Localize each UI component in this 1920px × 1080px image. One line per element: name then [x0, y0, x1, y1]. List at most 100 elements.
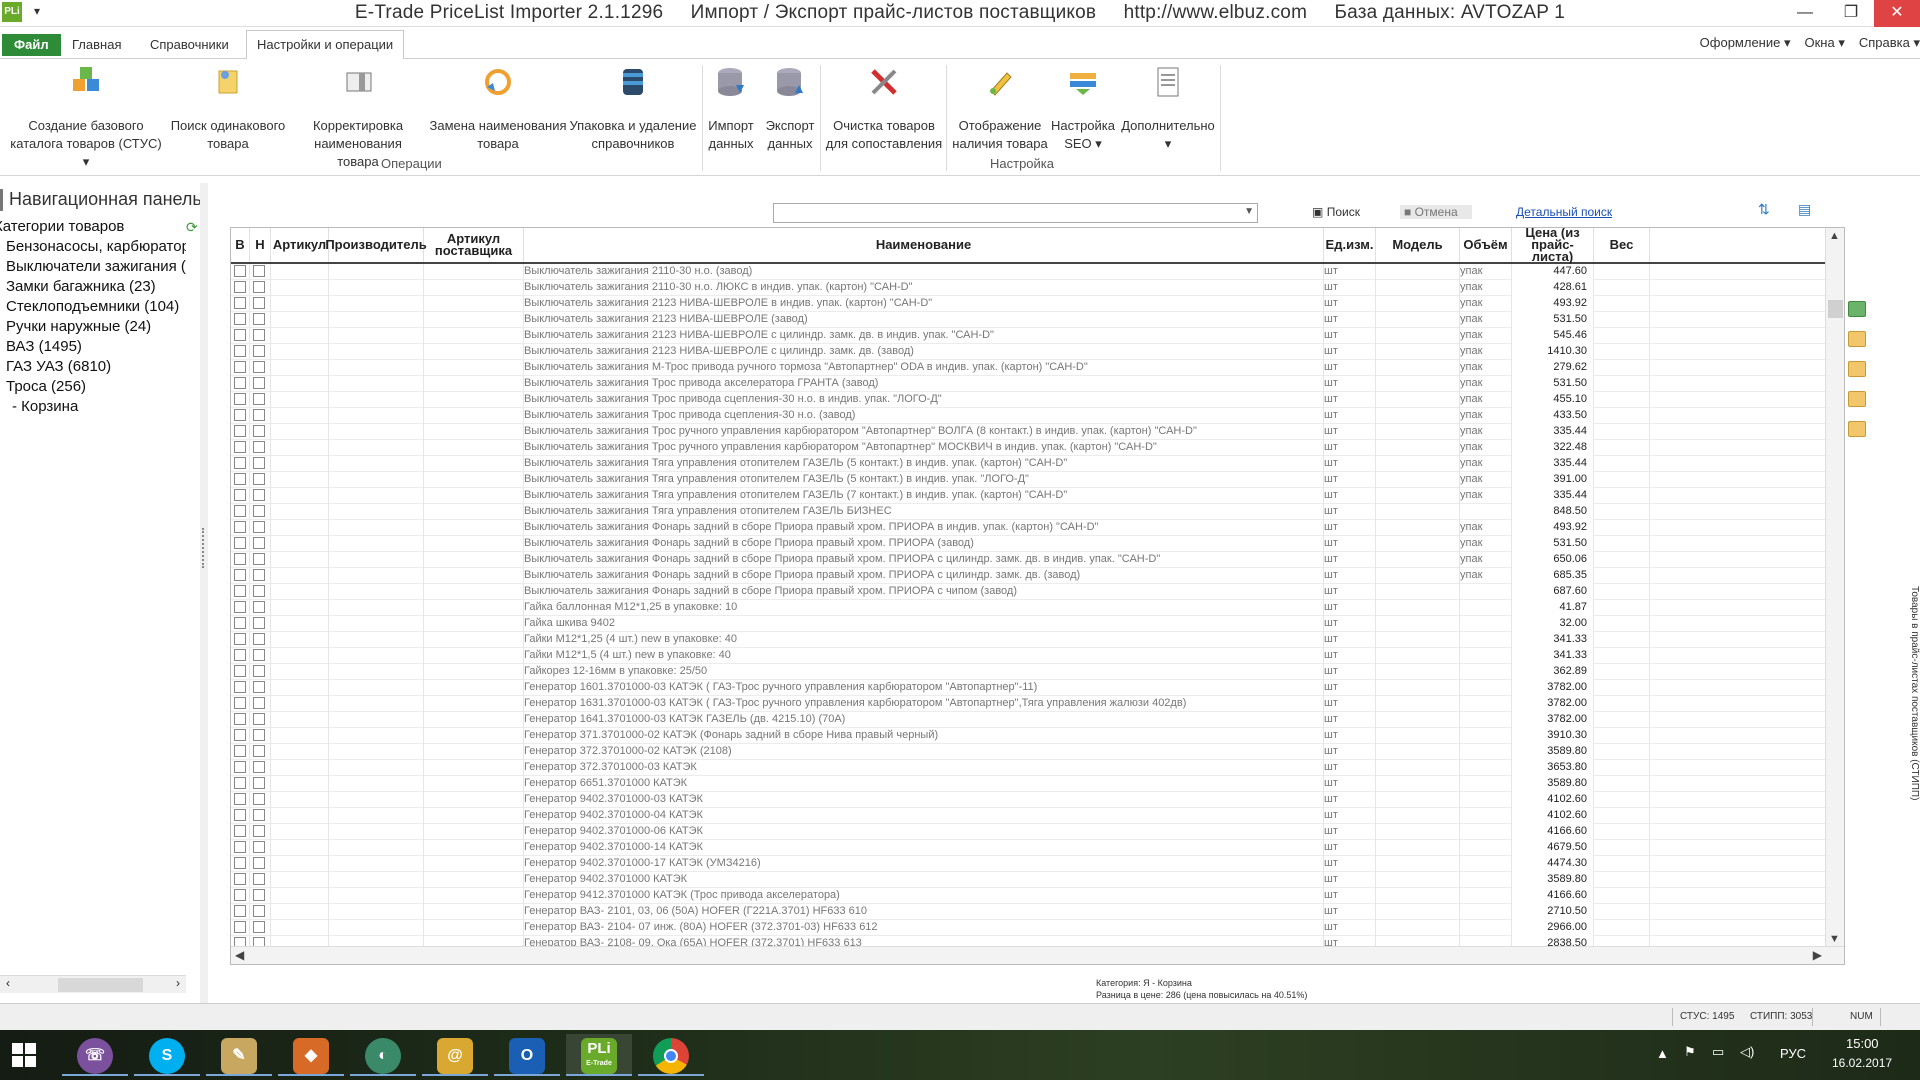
row-checkbox[interactable]: [253, 777, 265, 789]
taskbar-outlook[interactable]: O: [494, 1034, 560, 1076]
taskbar-app[interactable]: ◐: [350, 1034, 416, 1076]
row-checkbox[interactable]: [234, 377, 246, 389]
table-row[interactable]: Гайки М12*1,5 (4 шт.) new в упаковке: 40…: [231, 648, 1825, 664]
refresh-icon[interactable]: ⟳: [186, 219, 200, 235]
col-header-name[interactable]: Наименование: [524, 228, 1324, 262]
row-checkbox[interactable]: [234, 793, 246, 805]
row-checkbox[interactable]: [234, 697, 246, 709]
row-checkbox[interactable]: [234, 345, 246, 357]
tree-item[interactable]: Стеклоподъемники (104): [0, 297, 186, 317]
scroll-left-icon[interactable]: ◀: [235, 948, 244, 962]
col-header-price[interactable]: Цена (из прайс-листа): [1512, 228, 1594, 263]
row-checkbox[interactable]: [253, 745, 265, 757]
table-row[interactable]: Выключатель зажигания Фонарь задний в сб…: [231, 536, 1825, 552]
table-row[interactable]: Генератор 9402.3701000 КАТЭК шт 3589.80: [231, 872, 1825, 888]
network-icon[interactable]: ▭: [1712, 1044, 1724, 1060]
table-row[interactable]: Генератор 1601.3701000-03 КАТЭК ( ГАЗ-Тр…: [231, 680, 1825, 696]
supplier-pricelist-tab[interactable]: Товары в прайс-листах поставщиков (СТИПП…: [1902, 586, 1920, 836]
row-checkbox[interactable]: [234, 761, 246, 773]
row-checkbox[interactable]: [234, 441, 246, 453]
tab-references[interactable]: Справочники: [140, 33, 239, 59]
table-row[interactable]: Генератор 9402.3701000-14 КАТЭК шт 4679.50: [231, 840, 1825, 856]
table-row[interactable]: Выключатель зажигания Фонарь задний в сб…: [231, 568, 1825, 584]
taskbar-chrome[interactable]: [638, 1034, 704, 1076]
table-row[interactable]: Генератор 1641.3701000-03 КАТЭК ГАЗЕЛЬ (…: [231, 712, 1825, 728]
row-checkbox[interactable]: [234, 825, 246, 837]
pack-delete-button[interactable]: Упаковка и удаление справочников: [568, 65, 698, 153]
table-row[interactable]: Гайкорез 12-16мм в упаковке: 25/50 шт 362.…: [231, 664, 1825, 680]
menu-windows[interactable]: Окна ▾: [1805, 35, 1845, 51]
table-row[interactable]: Выключатель зажигания Трос привода аксел…: [231, 376, 1825, 392]
cancel-button[interactable]: ■ Отмена: [1400, 205, 1472, 219]
tab-settings-operations[interactable]: Настройки и операции: [246, 30, 405, 60]
table-row[interactable]: Выключатель зажигания Трос привода сцепл…: [231, 392, 1825, 408]
row-checkbox[interactable]: [234, 713, 246, 725]
row-checkbox[interactable]: [234, 585, 246, 597]
row-checkbox[interactable]: [234, 537, 246, 549]
search-input[interactable]: ▼: [773, 203, 1258, 223]
col-header-volume[interactable]: Объём: [1460, 228, 1512, 262]
taskbar-fox[interactable]: ◆: [278, 1034, 344, 1076]
row-checkbox[interactable]: [253, 921, 265, 933]
col-header-supplier-article[interactable]: Артикул поставщика: [424, 228, 524, 262]
maximize-button[interactable]: ❐: [1828, 0, 1874, 27]
tree-item[interactable]: Троса (256): [0, 377, 186, 397]
tree-icon[interactable]: [1848, 301, 1866, 317]
row-checkbox[interactable]: [234, 809, 246, 821]
tab-home[interactable]: Главная: [62, 33, 131, 59]
row-checkbox[interactable]: [234, 873, 246, 885]
chevron-down-icon[interactable]: ▼: [1244, 206, 1254, 217]
tree-item[interactable]: Замки багажника (23): [0, 277, 186, 297]
table-row[interactable]: Выключатель зажигания 2123 НИВА-ШЕВРОЛЕ …: [231, 328, 1825, 344]
table-row[interactable]: Гайки М12*1,25 (4 шт.) new в упаковке: 4…: [231, 632, 1825, 648]
table-row[interactable]: Генератор 9402.3701000-17 КАТЭК (УМЗ4216…: [231, 856, 1825, 872]
folder-move-icon[interactable]: [1848, 421, 1866, 437]
grid-scroll-thumb[interactable]: [1828, 300, 1843, 318]
row-checkbox[interactable]: [234, 489, 246, 501]
search-button[interactable]: ▣ Поиск: [1312, 205, 1360, 219]
taskbar-skype[interactable]: S: [134, 1034, 200, 1076]
row-checkbox[interactable]: [253, 281, 265, 293]
row-checkbox[interactable]: [234, 681, 246, 693]
row-checkbox[interactable]: [253, 793, 265, 805]
row-checkbox[interactable]: [234, 281, 246, 293]
menu-design[interactable]: Оформление ▾: [1700, 35, 1791, 51]
folder-icon[interactable]: [1848, 331, 1866, 347]
row-checkbox[interactable]: [234, 265, 246, 277]
find-same-product-button[interactable]: Поиск одинакового товара: [166, 65, 290, 153]
row-checkbox[interactable]: [253, 825, 265, 837]
tree-item[interactable]: ВАЗ (1495): [0, 337, 186, 357]
nav-horizontal-scrollbar[interactable]: ‹ ›: [0, 975, 186, 993]
table-row[interactable]: Выключатель зажигания Трос ручного управ…: [231, 440, 1825, 456]
language-indicator[interactable]: РУС: [1780, 1046, 1806, 1061]
row-checkbox[interactable]: [234, 329, 246, 341]
col-header-weight[interactable]: Вес: [1594, 228, 1650, 262]
row-checkbox[interactable]: [234, 745, 246, 757]
import-data-button[interactable]: Импорт данных: [704, 65, 758, 153]
row-checkbox[interactable]: [253, 297, 265, 309]
export-tool-icon[interactable]: ▤: [1798, 201, 1816, 219]
row-checkbox[interactable]: [253, 617, 265, 629]
row-checkbox[interactable]: [253, 761, 265, 773]
start-button[interactable]: [12, 1043, 36, 1067]
table-row[interactable]: Выключатель зажигания Трос ручного управ…: [231, 424, 1825, 440]
table-row[interactable]: Выключатель зажигания Тяга управления от…: [231, 488, 1825, 504]
table-row[interactable]: Выключатель зажигания 2123 НИВА-ШЕВРОЛЕ …: [231, 312, 1825, 328]
tree-item[interactable]: Ручки наружные (24): [0, 317, 186, 337]
row-checkbox[interactable]: [234, 297, 246, 309]
scroll-right-icon[interactable]: ›: [176, 976, 180, 990]
taskbar-pli[interactable]: PLi E-Trade: [566, 1034, 632, 1076]
row-checkbox[interactable]: [253, 537, 265, 549]
table-row[interactable]: Выключатель зажигания Трос привода сцепл…: [231, 408, 1825, 424]
scroll-right-icon[interactable]: ▶: [1813, 948, 1822, 962]
row-checkbox[interactable]: [253, 841, 265, 853]
close-button[interactable]: ✕: [1874, 0, 1920, 27]
table-row[interactable]: Выключатель зажигания 2123 НИВА-ШЕВРОЛЕ …: [231, 296, 1825, 312]
row-checkbox[interactable]: [234, 889, 246, 901]
row-checkbox[interactable]: [253, 361, 265, 373]
row-checkbox[interactable]: [234, 921, 246, 933]
row-checkbox[interactable]: [253, 569, 265, 581]
col-header-v[interactable]: В: [231, 228, 250, 262]
table-row[interactable]: Гайка баллонная М12*1,25 в упаковке: 10 ш…: [231, 600, 1825, 616]
create-catalog-button[interactable]: Создание базового каталога товаров (СТУС…: [6, 65, 166, 171]
